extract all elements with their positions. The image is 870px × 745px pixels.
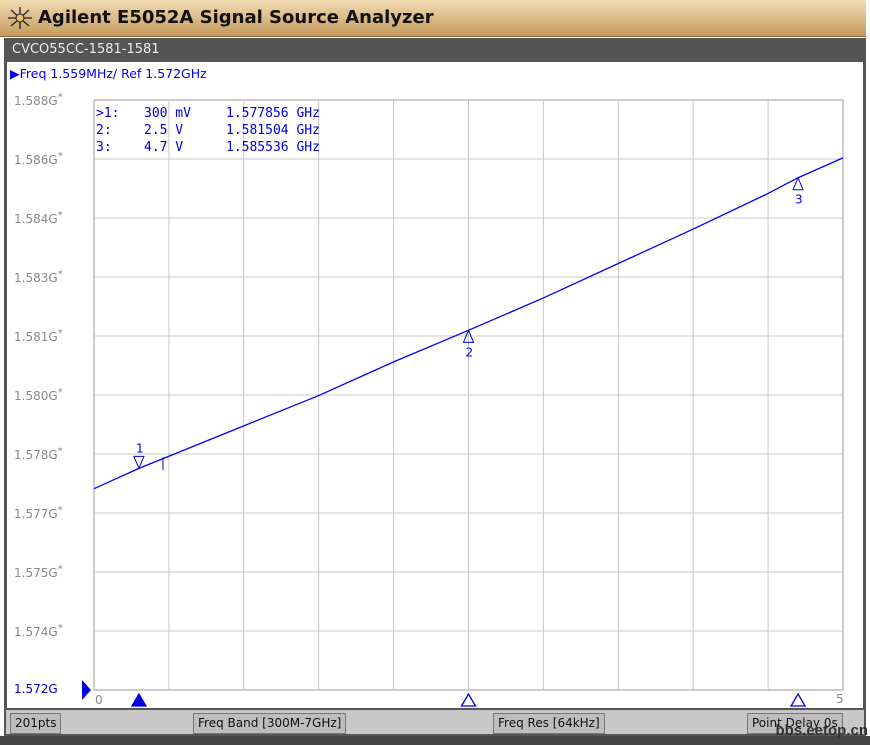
marker-readout-label: >1: bbox=[96, 106, 119, 121]
x-tick-label: 0 bbox=[95, 693, 103, 707]
marker-position-triangle-icon bbox=[460, 692, 477, 707]
trace-chart: 0 5 >1: 300 mV 1.577856 GHz 1 2: 2.5 V 1.581504… bbox=[82, 99, 844, 707]
marker-position-triangle-icon bbox=[130, 692, 148, 707]
status-bar: 201pts Freq Band [300M-7GHz] Freq Res [6… bbox=[4, 708, 866, 736]
marker-readout-x: 300 mV bbox=[144, 106, 191, 121]
watermark: bbs.eetop.cn bbox=[775, 722, 868, 739]
marker-readout-y: 1.585536 GHz bbox=[226, 140, 320, 155]
marker-number: 2 bbox=[466, 345, 474, 359]
marker-readout-x: 2.5 V bbox=[144, 123, 183, 138]
marker-readout-y: 1.581504 GHz bbox=[226, 123, 320, 138]
marker-readout-x: 4.7 V bbox=[144, 140, 183, 155]
marker-number: 3 bbox=[795, 193, 803, 207]
freq-band-button[interactable]: Freq Band [300M-7GHz] bbox=[193, 713, 347, 734]
marker-number: 1 bbox=[136, 441, 144, 455]
bottom-strip bbox=[0, 736, 870, 745]
marker-position-triangle-icon bbox=[789, 692, 807, 707]
marker-readout-label: 2: bbox=[96, 123, 112, 138]
freq-res-button[interactable]: Freq Res [64kHz] bbox=[493, 713, 605, 734]
marker-readout-label: 3: bbox=[96, 140, 112, 155]
x-tick-label: 5 bbox=[836, 692, 844, 706]
points-button[interactable]: 201pts bbox=[10, 713, 62, 734]
marker-readout-y: 1.577856 GHz bbox=[226, 106, 320, 121]
ref-level-arrow-icon bbox=[82, 680, 91, 700]
